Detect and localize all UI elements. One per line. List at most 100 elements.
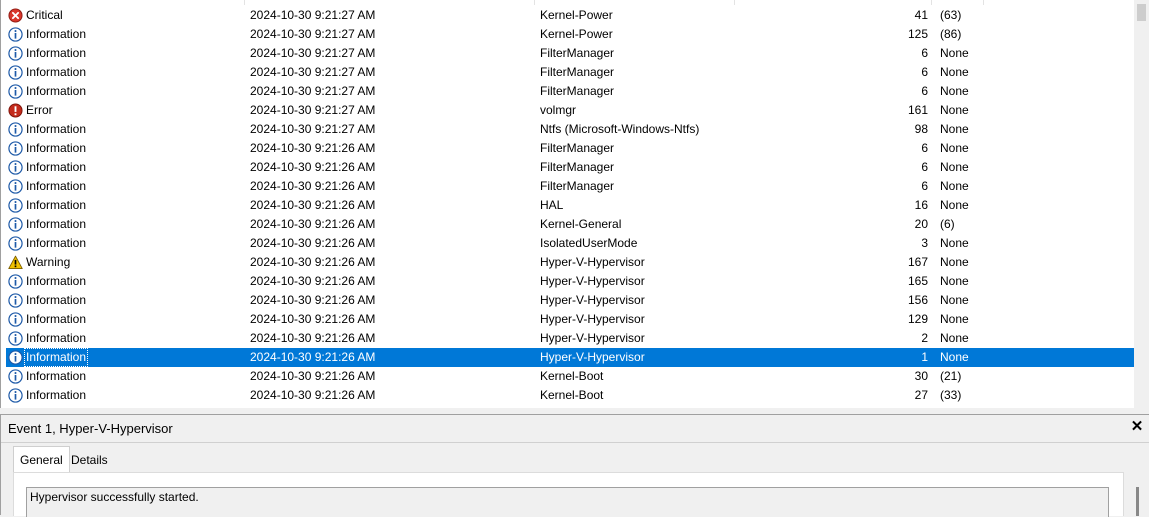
event-id-cell: 27 (914, 388, 928, 402)
table-row[interactable]: Information 2024-10-30 9:21:26 AM Isolated… (6, 234, 1135, 253)
level-cell: Information (26, 122, 87, 136)
event-description-box[interactable]: Hypervisor successfully started. (26, 487, 1109, 517)
level-cell: Information (26, 274, 87, 288)
table-row[interactable]: Information 2024-10-30 9:21:26 AM FilterMa… (6, 139, 1135, 158)
information-icon (8, 65, 23, 80)
date-cell: 2024-10-30 9:21:27 AM (250, 103, 376, 117)
level-cell: Information (26, 65, 87, 79)
table-row[interactable]: Information 2024-10-30 9:21:26 AM Kernel-G… (6, 215, 1135, 234)
column-divider[interactable] (735, 0, 932, 5)
table-row[interactable]: Critical 2024-10-30 9:21:27 AM Kernel-Powe… (6, 6, 1135, 25)
event-id-cell: 30 (914, 369, 928, 383)
table-row[interactable]: Information 2024-10-30 9:21:27 AM FilterMa… (6, 63, 1135, 82)
date-cell: 2024-10-30 9:21:26 AM (250, 217, 376, 231)
source-cell: FilterManager (540, 141, 615, 155)
details-scrollbar[interactable] (1136, 487, 1139, 516)
event-list[interactable]: Critical 2024-10-30 9:21:27 AM Kernel-Powe… (0, 0, 1149, 408)
column-divider[interactable] (1, 0, 245, 5)
table-row[interactable]: Error 2024-10-30 9:21:27 AM volmgr 161 None (6, 101, 1135, 120)
table-row[interactable]: Information 2024-10-30 9:21:26 AM Hyper-V-… (6, 272, 1135, 291)
table-row[interactable]: Information 2024-10-30 9:21:27 AM Ntfs (Mi… (6, 120, 1135, 139)
information-icon (8, 369, 23, 384)
table-row[interactable]: Warning 2024-10-30 9:21:26 AM Hyper-V-Hype… (6, 253, 1135, 272)
date-cell: 2024-10-30 9:21:26 AM (250, 388, 376, 402)
event-id-cell: 1 (921, 350, 928, 364)
information-icon (8, 274, 23, 289)
event-id-cell: 2 (921, 331, 928, 345)
table-row[interactable]: Information 2024-10-30 9:21:27 AM FilterMa… (6, 82, 1135, 101)
date-cell: 2024-10-30 9:21:26 AM (250, 141, 376, 155)
task-category-cell: None (940, 46, 969, 60)
date-cell: 2024-10-30 9:21:26 AM (250, 369, 376, 383)
tab-details[interactable]: Details (65, 448, 114, 472)
table-row[interactable]: Information 2024-10-30 9:21:26 AM Kernel-B… (6, 386, 1135, 405)
date-cell: 2024-10-30 9:21:26 AM (250, 255, 376, 269)
source-cell: IsolatedUserMode (540, 236, 638, 250)
task-category-cell: None (940, 103, 969, 117)
information-icon (8, 179, 23, 194)
column-divider[interactable] (535, 0, 735, 5)
source-cell: Hyper-V-Hypervisor (540, 350, 645, 364)
table-row[interactable]: Information 2024-10-30 9:21:26 AM Hyper-V-… (6, 348, 1135, 367)
source-cell: Kernel-Boot (540, 388, 604, 402)
event-id-cell: 16 (914, 198, 928, 212)
column-header-strip (1, 0, 1135, 5)
information-icon (8, 236, 23, 251)
vertical-scrollbar[interactable] (1134, 0, 1149, 408)
table-row[interactable]: Information 2024-10-30 9:21:27 AM FilterMa… (6, 44, 1135, 63)
table-row[interactable]: Information 2024-10-30 9:21:26 AM HAL 16 Non… (6, 196, 1135, 215)
task-category-cell: None (940, 84, 969, 98)
tab-general[interactable]: General (13, 446, 70, 472)
event-id-cell: 6 (921, 179, 928, 193)
level-cell: Information (26, 160, 87, 174)
level-cell: Warning (26, 255, 71, 269)
table-row[interactable]: Information 2024-10-30 9:21:26 AM Kernel-B… (6, 367, 1135, 386)
source-cell: Kernel-Boot (540, 369, 604, 383)
event-rows: Critical 2024-10-30 9:21:27 AM Kernel-Powe… (6, 6, 1135, 405)
date-cell: 2024-10-30 9:21:26 AM (250, 236, 376, 250)
warning-icon (8, 255, 23, 270)
source-cell: Hyper-V-Hypervisor (540, 293, 645, 307)
level-cell: Information (26, 369, 87, 383)
date-cell: 2024-10-30 9:21:26 AM (250, 274, 376, 288)
close-icon[interactable]: ✕ (1129, 419, 1145, 435)
source-cell: FilterManager (540, 46, 615, 60)
date-cell: 2024-10-30 9:21:26 AM (250, 179, 376, 193)
information-icon (8, 160, 23, 175)
task-category-cell: (63) (940, 8, 962, 22)
table-row[interactable]: Information 2024-10-30 9:21:26 AM Hyper-V-… (6, 310, 1135, 329)
source-cell: Hyper-V-Hypervisor (540, 274, 645, 288)
information-icon (8, 84, 23, 99)
task-category-cell: None (940, 293, 969, 307)
table-row[interactable]: Information 2024-10-30 9:21:27 AM Kernel-P… (6, 25, 1135, 44)
information-icon (8, 293, 23, 308)
event-id-cell: 20 (914, 217, 928, 231)
level-cell: Information (26, 331, 87, 345)
level-cell: Information (26, 236, 87, 250)
event-id-cell: 41 (914, 8, 928, 22)
table-row[interactable]: Information 2024-10-30 9:21:26 AM Hyper-V-… (6, 291, 1135, 310)
source-cell: HAL (540, 198, 564, 212)
level-cell: Information (26, 388, 87, 402)
date-cell: 2024-10-30 9:21:26 AM (250, 293, 376, 307)
event-id-cell: 156 (907, 293, 928, 307)
task-category-cell: None (940, 236, 969, 250)
table-row[interactable]: Information 2024-10-30 9:21:26 AM Hyper-V-… (6, 329, 1135, 348)
table-row[interactable]: Information 2024-10-30 9:21:26 AM FilterMa… (6, 177, 1135, 196)
scrollbar-thumb[interactable] (1137, 4, 1146, 21)
column-divider[interactable] (932, 0, 984, 5)
information-icon (8, 27, 23, 42)
event-id-cell: 6 (921, 65, 928, 79)
level-cell: Information (26, 84, 87, 98)
column-divider[interactable] (245, 0, 535, 5)
information-icon (8, 198, 23, 213)
date-cell: 2024-10-30 9:21:26 AM (250, 350, 376, 364)
event-id-cell: 3 (921, 236, 928, 250)
information-icon (8, 331, 23, 346)
task-category-cell: (86) (940, 27, 962, 41)
source-cell: FilterManager (540, 84, 615, 98)
level-cell: Error (26, 103, 53, 117)
table-row[interactable]: Information 2024-10-30 9:21:26 AM FilterMa… (6, 158, 1135, 177)
event-id-cell: 6 (921, 84, 928, 98)
event-id-cell: 129 (907, 312, 928, 326)
